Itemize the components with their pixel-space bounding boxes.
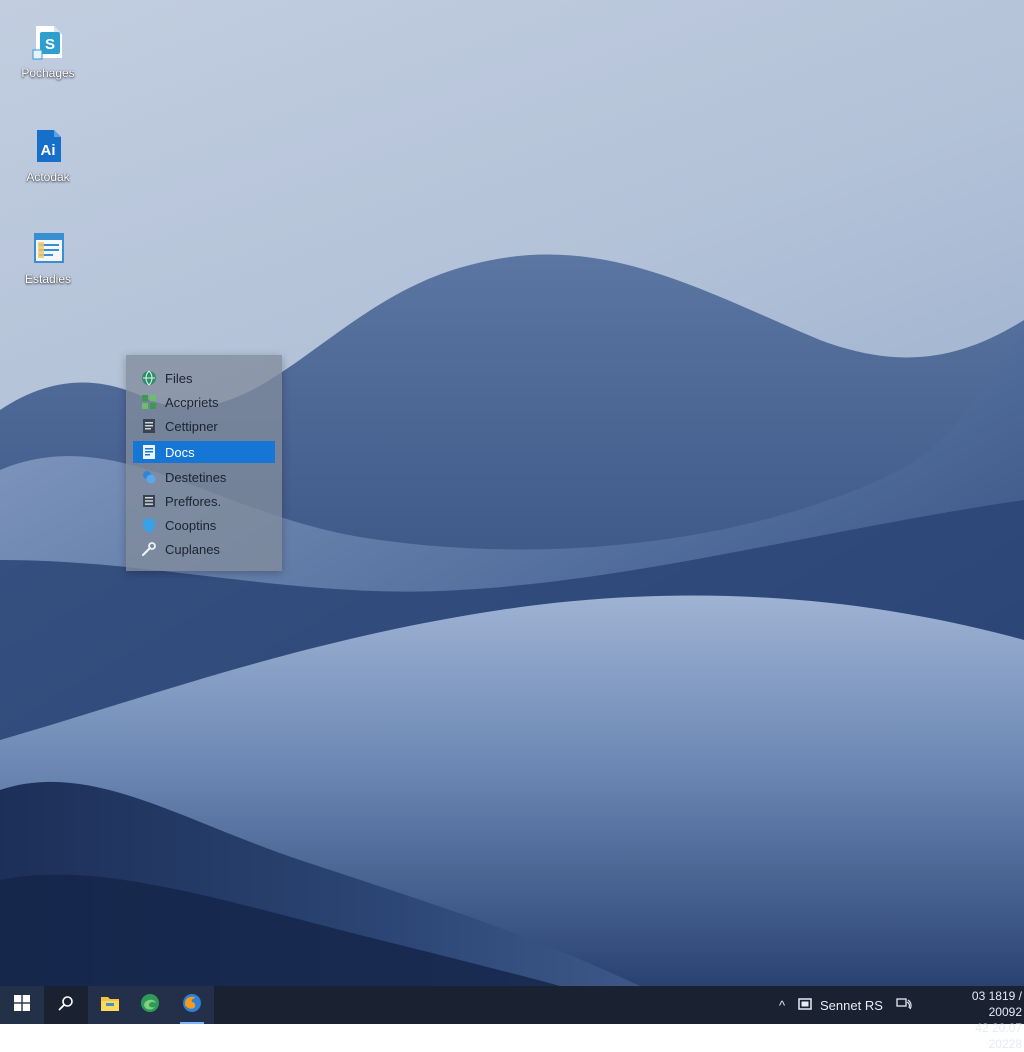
start-button[interactable] — [0, 986, 44, 1024]
chevron-up-icon: ^ — [778, 997, 786, 1013]
svg-text:Ai: Ai — [41, 142, 56, 159]
edge-icon — [140, 993, 160, 1018]
menu-item-label: Cuplanes — [165, 541, 220, 557]
document-icon — [141, 418, 157, 434]
menu-item-label: Preffores. — [165, 493, 222, 509]
clock[interactable]: 03 1819 / 20092 42 20.07 20228 — [940, 988, 1022, 1051]
globe-icon — [141, 370, 157, 386]
menu-item-label: Files — [165, 370, 193, 386]
menu-item-docs[interactable]: Docs — [133, 441, 275, 463]
menu-item-cettipner[interactable]: Cettipner — [133, 415, 275, 437]
menu-item-destetines[interactable]: Destetines — [133, 466, 275, 488]
taskbar-edge[interactable] — [130, 986, 170, 1024]
desktop-icon-label: Actodak — [26, 170, 70, 184]
clock-prefix: 03 — [971, 989, 986, 1003]
menu-item-label: Accpriets — [165, 394, 219, 410]
clock-time-row: 03 1819 / 20092 — [940, 988, 1022, 1020]
desktop-icon-label: Pochages — [21, 66, 75, 80]
display-icon — [798, 997, 812, 1013]
windows-logo-icon — [14, 994, 30, 1016]
menu-item-label: Cooptins — [165, 517, 217, 533]
tray-display-button[interactable] — [796, 986, 814, 1024]
taskbar-firefox[interactable] — [170, 986, 214, 1024]
taskbar-apps — [88, 986, 214, 1024]
notepad-icon — [32, 230, 64, 266]
list-icon — [141, 493, 157, 509]
tray-status-label[interactable]: Sennet RS — [820, 986, 890, 1024]
clock-time: 1819 / 20092 — [988, 989, 1022, 1019]
menu-item-cuplanes[interactable]: Cuplanes — [133, 538, 275, 560]
taskbar-file-explorer[interactable] — [90, 986, 130, 1024]
menu-item-label: Destetines — [165, 469, 227, 485]
firefox-icon — [182, 993, 202, 1018]
svg-text:S: S — [45, 36, 55, 53]
desktop-icon-actodak[interactable]: Ai Actodak — [0, 128, 96, 184]
wrench-icon — [141, 541, 157, 557]
menu-item-preffores[interactable]: Preffores. — [133, 490, 275, 512]
tray-label: Sennet RS — [820, 997, 883, 1013]
context-menu: Files Accpriets Cettipner Docs Destetine… — [126, 355, 282, 571]
menu-item-files[interactable]: Files — [133, 367, 275, 389]
clock-date: 20.07 20228 — [988, 1021, 1022, 1051]
file-explorer-icon — [100, 994, 120, 1017]
people-icon — [141, 469, 157, 485]
desktop-icon-pochages[interactable]: S Pochages — [0, 24, 96, 80]
desktop-icon-label: Estadies — [24, 272, 72, 286]
desktop-icon-estadies[interactable]: Estadies — [0, 230, 96, 286]
menu-item-accpriets[interactable]: Accpriets — [133, 391, 275, 413]
network-icon — [896, 997, 912, 1014]
illustrator-doc-icon: Ai — [32, 128, 64, 164]
clock-date-row: 42 20.07 20228 — [940, 1020, 1022, 1052]
sway-icon: S — [32, 24, 64, 60]
menu-item-label: Cettipner — [165, 418, 218, 434]
search-button[interactable] — [44, 986, 88, 1024]
menu-item-cooptins[interactable]: Cooptins — [133, 514, 275, 536]
tray-network-button[interactable] — [895, 986, 913, 1024]
apps-icon — [141, 394, 157, 410]
docs-icon — [141, 444, 157, 460]
shield-icon — [141, 517, 157, 533]
desktop: S Pochages Ai Actodak Estadies Files Acc… — [0, 0, 1024, 986]
taskbar: ^ Sennet RS 03 1819 / 20092 42 20.07 202… — [0, 986, 1024, 1051]
tray-overflow-button[interactable]: ^ — [774, 986, 790, 1024]
clock-prefix: 42 — [975, 1021, 989, 1035]
menu-item-label: Docs — [165, 444, 195, 460]
search-icon — [58, 995, 74, 1016]
